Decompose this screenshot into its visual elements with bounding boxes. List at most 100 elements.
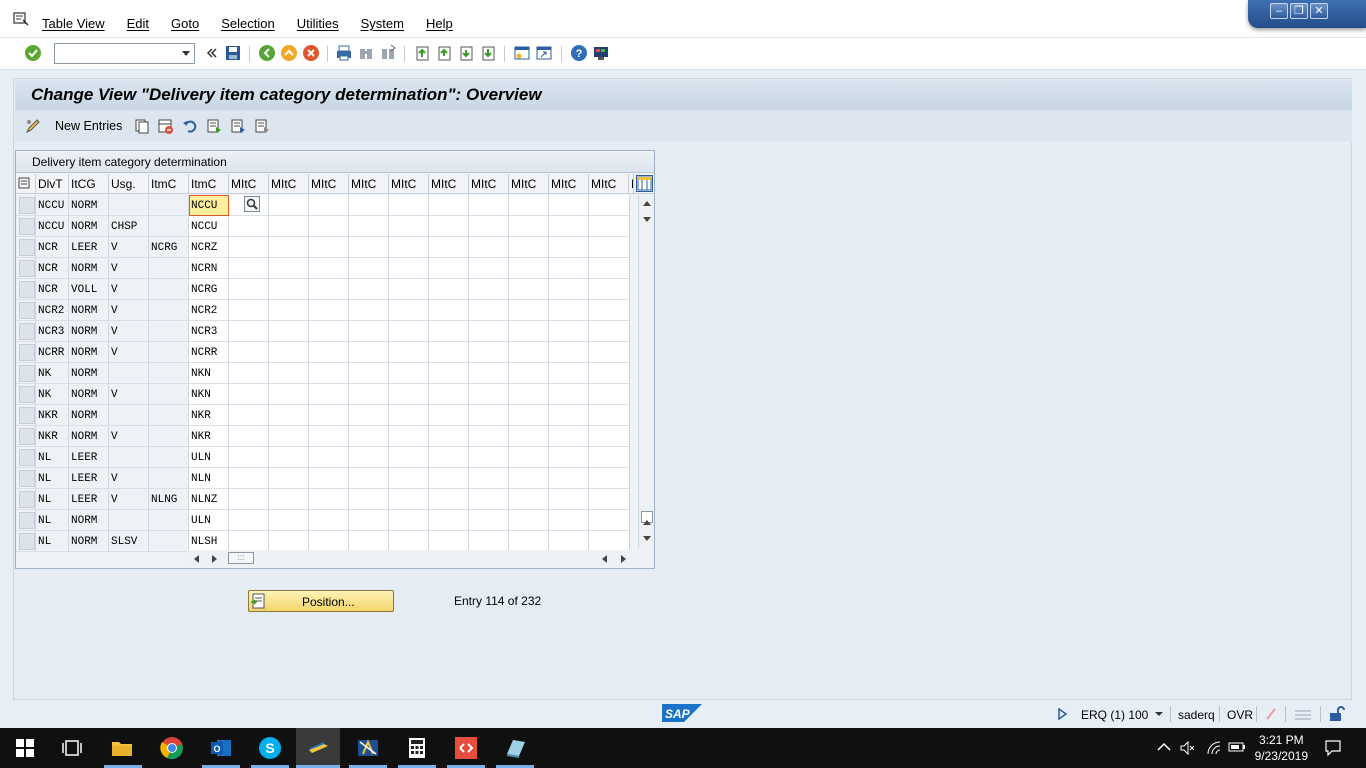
table-cell[interactable]: NLNZ (189, 489, 229, 510)
app-menu-icon[interactable] (13, 12, 29, 26)
table-cell[interactable] (509, 258, 549, 279)
table-cell[interactable] (589, 489, 630, 510)
table-cell[interactable] (469, 531, 509, 552)
table-cell[interactable] (549, 363, 589, 384)
row-select-button[interactable] (19, 449, 35, 466)
table-cell[interactable] (509, 405, 549, 426)
table-cell[interactable] (429, 426, 469, 447)
row-selector[interactable] (16, 237, 36, 258)
table-cell[interactable] (469, 195, 509, 216)
table-cell[interactable] (429, 447, 469, 468)
table-cell[interactable] (269, 531, 309, 552)
column-header[interactable]: Usg. (109, 174, 149, 194)
scroll-page-down-icon[interactable] (642, 535, 652, 543)
table-cell[interactable] (229, 237, 269, 258)
enter-check-icon[interactable] (24, 44, 42, 62)
table-cell[interactable] (429, 321, 469, 342)
undo-change-icon[interactable] (182, 118, 198, 134)
find-icon[interactable] (357, 44, 375, 62)
table-cell[interactable] (509, 279, 549, 300)
table-cell[interactable] (589, 426, 630, 447)
table-cell[interactable] (269, 300, 309, 321)
play-triangle-icon[interactable] (1058, 708, 1068, 720)
wifi-icon[interactable] (1206, 740, 1222, 756)
table-cell[interactable] (389, 300, 429, 321)
table-cell[interactable] (549, 342, 589, 363)
table-cell[interactable] (589, 510, 630, 531)
table-cell[interactable] (509, 342, 549, 363)
sap-logon-icon[interactable] (306, 736, 330, 760)
table-cell[interactable]: NKR (189, 405, 229, 426)
table-cell[interactable] (589, 468, 630, 489)
table-cell[interactable] (589, 216, 630, 237)
table-cell[interactable] (549, 258, 589, 279)
table-cell[interactable] (389, 531, 429, 552)
table-cell[interactable] (229, 531, 269, 552)
table-cell[interactable] (349, 384, 389, 405)
table-cell[interactable] (349, 237, 389, 258)
row-selector[interactable] (16, 300, 36, 321)
menu-help[interactable]: Help (426, 16, 453, 31)
row-selector[interactable] (16, 321, 36, 342)
table-cell[interactable] (589, 363, 630, 384)
column-header[interactable]: MItC (549, 174, 589, 194)
table-cell[interactable] (589, 321, 630, 342)
table-cell[interactable] (309, 342, 349, 363)
file-explorer-icon[interactable] (110, 736, 134, 760)
table-cell[interactable] (389, 468, 429, 489)
table-cell[interactable] (349, 321, 389, 342)
table-cell[interactable] (229, 468, 269, 489)
row-select-button[interactable] (19, 323, 35, 340)
column-header[interactable]: DlvT (36, 174, 69, 194)
row-select-button[interactable] (19, 260, 35, 277)
scroll-right-end-icon[interactable] (619, 554, 627, 564)
table-cell[interactable] (549, 279, 589, 300)
table-cell[interactable] (429, 531, 469, 552)
menu-goto[interactable]: Goto (171, 16, 199, 31)
column-header[interactable]: MItC (269, 174, 309, 194)
row-selector[interactable] (16, 258, 36, 279)
table-cell[interactable] (509, 531, 549, 552)
table-cell[interactable] (549, 195, 589, 216)
action-center-icon[interactable] (1324, 739, 1342, 757)
table-cell[interactable]: NCR2 (189, 300, 229, 321)
table-cell[interactable] (509, 384, 549, 405)
row-selector[interactable] (16, 468, 36, 489)
table-cell[interactable] (509, 489, 549, 510)
table-cell[interactable] (229, 258, 269, 279)
table-cell[interactable] (389, 258, 429, 279)
table-cell[interactable]: NKR (189, 426, 229, 447)
table-cell[interactable] (549, 216, 589, 237)
table-cell[interactable] (269, 510, 309, 531)
deselect-all-icon[interactable] (254, 118, 270, 134)
table-cell[interactable] (589, 300, 630, 321)
table-cell[interactable] (429, 510, 469, 531)
table-cell[interactable] (469, 405, 509, 426)
table-cell[interactable] (389, 279, 429, 300)
table-cell[interactable] (309, 279, 349, 300)
lock-open-icon[interactable] (1328, 705, 1346, 723)
table-cell[interactable]: NCRN (189, 258, 229, 279)
table-cell[interactable] (509, 510, 549, 531)
select-all-icon[interactable] (206, 118, 222, 134)
table-cell[interactable] (309, 363, 349, 384)
row-selector[interactable] (16, 195, 36, 216)
delete-icon[interactable] (157, 118, 173, 134)
display-change-icon[interactable] (25, 118, 41, 134)
table-cell[interactable] (349, 279, 389, 300)
row-selector[interactable] (16, 363, 36, 384)
table-cell[interactable] (589, 342, 630, 363)
table-cell[interactable] (429, 195, 469, 216)
column-header[interactable]: MItC (389, 174, 429, 194)
table-cell[interactable] (349, 489, 389, 510)
table-cell[interactable] (349, 342, 389, 363)
skype-icon[interactable]: S (258, 736, 282, 760)
table-cell[interactable] (429, 363, 469, 384)
table-cell[interactable] (469, 489, 509, 510)
scroll-left-end-icon[interactable] (601, 554, 609, 564)
column-header[interactable]: M (629, 174, 634, 194)
row-selector[interactable] (16, 405, 36, 426)
table-cell[interactable] (469, 363, 509, 384)
table-cell[interactable] (429, 342, 469, 363)
scroll-down-icon[interactable] (642, 216, 652, 224)
